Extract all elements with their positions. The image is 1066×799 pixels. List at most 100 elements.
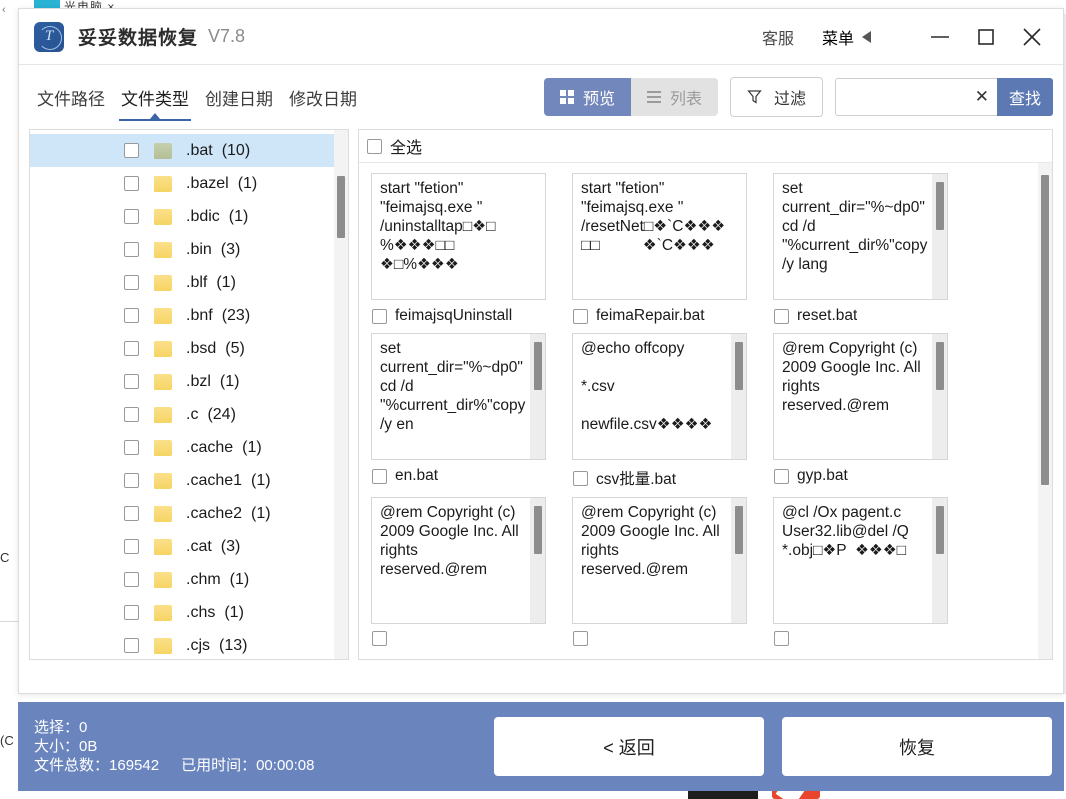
file-type-row[interactable]: .chs (1) [30, 596, 348, 629]
menu-label: 菜单 [821, 30, 854, 48]
preview-file-checkbox[interactable] [573, 308, 588, 324]
file-type-checkbox[interactable] [124, 407, 139, 422]
preview-file-checkbox[interactable] [573, 631, 588, 646]
minimize-button[interactable] [917, 17, 963, 57]
file-type-checkbox[interactable] [124, 605, 139, 620]
preview-thumbnail[interactable]: start "fetion" "feimajsq.exe " /uninstal… [371, 173, 546, 300]
file-type-row[interactable]: .cache (1) [30, 431, 348, 464]
file-type-checkbox[interactable] [124, 638, 139, 653]
file-type-row[interactable]: .c (24) [30, 398, 348, 431]
preview-file-checkbox[interactable] [774, 308, 789, 324]
select-all-checkbox[interactable] [367, 138, 382, 154]
search-box[interactable]: ✕ [834, 78, 997, 116]
preview-text-scrollbar[interactable] [731, 498, 746, 623]
tab-create-date[interactable]: 创建日期 [199, 65, 279, 129]
select-all-row[interactable]: 全选 [359, 130, 1052, 163]
preview-scrollbar[interactable] [1038, 163, 1052, 659]
tab-file-path[interactable]: 文件路径 [31, 65, 111, 129]
list-view-button[interactable]: 列表 [630, 78, 718, 116]
file-type-checkbox[interactable] [124, 209, 139, 224]
file-type-row[interactable]: .chm (1) [30, 563, 348, 596]
maximize-button[interactable] [963, 17, 1009, 57]
preview-tile[interactable]: @rem Copyright (c) 2009 Google Inc. All … [572, 497, 747, 646]
preview-text-scrollbar-thumb[interactable] [534, 342, 542, 390]
file-type-row[interactable]: .bzl (1) [30, 365, 348, 398]
file-type-scrollbar[interactable] [334, 130, 348, 659]
file-type-row[interactable]: .cache2 (1) [30, 497, 348, 530]
file-type-checkbox[interactable] [124, 176, 139, 191]
preview-tile[interactable]: @cl /Ox pagent.c User32.lib@del /Q *.obj… [773, 497, 948, 646]
preview-file-checkbox[interactable] [372, 308, 387, 324]
preview-thumbnail[interactable]: set current_dir="%~dp0"cd /d "%current_d… [371, 333, 546, 460]
back-button[interactable]: < 返回 [494, 717, 764, 776]
find-button[interactable]: 查找 [996, 78, 1053, 116]
preview-text-scrollbar[interactable] [932, 498, 947, 623]
preview-tile[interactable]: start "fetion" "feimajsq.exe " /resetNet… [572, 173, 747, 325]
preview-text-scrollbar-thumb[interactable] [735, 342, 743, 390]
preview-thumbnail[interactable]: @rem Copyright (c) 2009 Google Inc. All … [773, 333, 948, 460]
file-type-checkbox[interactable] [124, 242, 139, 257]
file-type-row[interactable]: .cjs (13) [30, 629, 348, 659]
preview-file-checkbox[interactable] [573, 470, 588, 486]
recover-button[interactable]: 恢复 [782, 717, 1052, 776]
preview-tile[interactable]: start "fetion" "feimajsq.exe " /uninstal… [371, 173, 546, 325]
preview-file-checkbox[interactable] [774, 468, 789, 484]
preview-scrollbar-thumb[interactable] [1041, 175, 1049, 485]
preview-thumbnail[interactable]: @rem Copyright (c) 2009 Google Inc. All … [572, 497, 747, 624]
preview-file-checkbox[interactable] [372, 631, 387, 646]
preview-thumbnail[interactable]: @rem Copyright (c) 2009 Google Inc. All … [371, 497, 546, 624]
search-input[interactable] [845, 87, 971, 107]
preview-text: set current_dir="%~dp0"cd /d "%current_d… [380, 340, 530, 433]
preview-tile[interactable]: set current_dir="%~dp0"cd /d "%current_d… [773, 173, 948, 325]
file-type-row[interactable]: .bnf (23) [30, 299, 348, 332]
preview-tile[interactable]: @rem Copyright (c) 2009 Google Inc. All … [371, 497, 546, 646]
preview-text-scrollbar-thumb[interactable] [534, 506, 542, 554]
file-type-scrollbar-thumb[interactable] [337, 176, 345, 238]
preview-tile[interactable]: @rem Copyright (c) 2009 Google Inc. All … [773, 333, 948, 489]
preview-text-scrollbar[interactable] [530, 498, 545, 623]
file-type-row[interactable]: .bazel (1) [30, 167, 348, 200]
preview-text-scrollbar[interactable] [731, 334, 746, 459]
preview-thumbnail[interactable]: set current_dir="%~dp0"cd /d "%current_d… [773, 173, 948, 300]
preview-text-scrollbar[interactable] [932, 334, 947, 459]
file-type-row[interactable]: .cache1 (1) [30, 464, 348, 497]
menu-button[interactable]: 菜单 [822, 25, 871, 49]
file-type-row[interactable]: .bdic (1) [30, 200, 348, 233]
file-type-row[interactable]: .cat (3) [30, 530, 348, 563]
file-type-checkbox[interactable] [124, 374, 139, 389]
filter-button[interactable]: 过滤 [729, 77, 823, 117]
preview-text-scrollbar[interactable] [932, 174, 947, 299]
tab-file-type[interactable]: 文件类型 [115, 65, 195, 129]
close-button[interactable] [1009, 17, 1055, 57]
file-type-checkbox[interactable] [124, 143, 139, 158]
file-type-row[interactable]: .blf (1) [30, 266, 348, 299]
preview-tile[interactable]: @echo offcopy *.csv newfile.csv❖❖❖❖ csv批量… [572, 333, 747, 489]
preview-view-button[interactable]: 预览 [543, 78, 631, 116]
file-type-checkbox[interactable] [124, 539, 139, 554]
preview-file-checkbox[interactable] [774, 631, 789, 646]
customer-support-button[interactable]: 客服 [762, 25, 794, 49]
preview-text-scrollbar[interactable] [530, 334, 545, 459]
preview-text-scrollbar-thumb[interactable] [735, 506, 743, 554]
preview-thumbnail[interactable]: @cl /Ox pagent.c User32.lib@del /Q *.obj… [773, 497, 948, 624]
file-type-checkbox[interactable] [124, 308, 139, 323]
preview-file-checkbox[interactable] [372, 468, 387, 484]
file-type-checkbox[interactable] [124, 473, 139, 488]
preview-thumbnail[interactable]: start "fetion" "feimajsq.exe " /resetNet… [572, 173, 747, 300]
preview-text-scrollbar-thumb[interactable] [936, 182, 944, 230]
preview-text-scrollbar-thumb[interactable] [936, 506, 944, 554]
preview-text-scrollbar-thumb[interactable] [936, 342, 944, 390]
file-type-checkbox[interactable] [124, 506, 139, 521]
file-type-row[interactable]: .bat (10) [30, 134, 348, 167]
clear-search-icon[interactable]: ✕ [971, 87, 989, 107]
file-type-row[interactable]: .bin (3) [30, 233, 348, 266]
preview-thumbnail[interactable]: @echo offcopy *.csv newfile.csv❖❖❖❖ [572, 333, 747, 460]
logo-ring-icon [38, 25, 62, 50]
file-type-checkbox[interactable] [124, 440, 139, 455]
preview-tile[interactable]: set current_dir="%~dp0"cd /d "%current_d… [371, 333, 546, 489]
file-type-checkbox[interactable] [124, 341, 139, 356]
tab-modify-date[interactable]: 修改日期 [283, 65, 363, 129]
file-type-checkbox[interactable] [124, 572, 139, 587]
file-type-checkbox[interactable] [124, 275, 139, 290]
file-type-row[interactable]: .bsd (5) [30, 332, 348, 365]
